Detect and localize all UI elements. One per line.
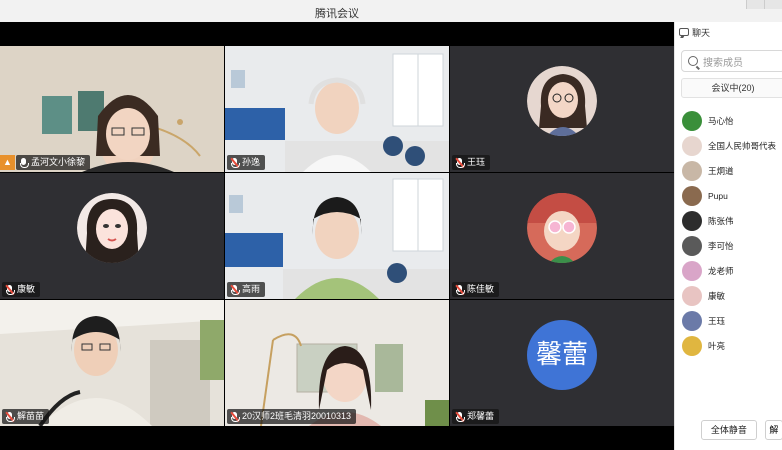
search-icon	[688, 56, 698, 66]
participant-name: 康敏	[17, 284, 36, 294]
participant-name-tag: 陈佳敏	[452, 282, 500, 297]
chat-label: 聊天	[692, 27, 711, 38]
host-badge: ▲	[0, 155, 15, 170]
participant-avatar	[527, 193, 597, 263]
member-name: 马心怡	[708, 115, 734, 126]
participant-name: 20汉师2班毛清羽20010313	[242, 411, 352, 421]
member-search-input[interactable]: 搜索成员	[681, 50, 782, 72]
member-item[interactable]: 康敏	[675, 283, 782, 308]
participant-avatar	[77, 193, 147, 263]
chat-header[interactable]: 聊天	[675, 22, 782, 42]
video-tile[interactable]: ▲ 孟河文小徐黎	[0, 46, 224, 172]
chat-icon	[679, 28, 689, 36]
video-tile[interactable]: 康敏	[0, 173, 224, 299]
title-bar: 腾讯会议	[0, 0, 782, 22]
window-title: 腾讯会议	[315, 8, 359, 20]
member-list: 马心怡 全国人民帅哥代表 王炯道 Pupu 陈张伟 李可怡 龙老师 康敏 王珏 …	[675, 108, 782, 358]
member-item[interactable]: 陈张伟	[675, 208, 782, 233]
member-name: 王炯道	[708, 165, 734, 176]
microphone-muted-icon	[5, 411, 15, 422]
member-name: 王珏	[708, 315, 726, 326]
member-name: 李可怡	[708, 240, 734, 251]
participant-name: 孙逸	[242, 157, 261, 167]
participant-avatar	[527, 66, 597, 136]
window-controls	[746, 0, 782, 10]
minimize-button[interactable]	[746, 0, 764, 9]
member-name: 龙老师	[708, 265, 734, 276]
member-avatar	[682, 135, 702, 156]
microphone-muted-icon	[230, 411, 240, 422]
member-avatar	[682, 260, 702, 281]
participant-name: 解苗苗	[17, 411, 45, 421]
member-name: 叶亮	[708, 340, 726, 351]
participant-name: 孟河文小徐黎	[31, 157, 86, 167]
member-item[interactable]: 叶亮	[675, 333, 782, 358]
microphone-icon	[19, 157, 29, 168]
microphone-muted-icon	[455, 284, 465, 295]
video-area: ▲ 孟河文小徐黎 孙逸 王珏 康敏 高雨 陈佳敏 解苗苗 20汉师2班毛清羽20…	[0, 22, 674, 450]
member-item[interactable]: 王炯道	[675, 158, 782, 183]
participant-name-tag: 康敏	[2, 282, 41, 297]
video-tile[interactable]: 解苗苗	[0, 300, 224, 426]
member-item[interactable]: 龙老师	[675, 258, 782, 283]
participant-name-tag: 20汉师2班毛清羽20010313	[227, 409, 357, 424]
camera-feed	[0, 46, 224, 172]
participant-name: 高雨	[242, 284, 261, 294]
participant-name-tag: 王珏	[452, 155, 491, 170]
participant-name-tag: 高雨	[227, 282, 266, 297]
participant-name-tag: 郑馨蕾	[452, 409, 500, 424]
video-tile[interactable]: 孙逸	[225, 46, 449, 172]
participant-name: 王珏	[467, 157, 486, 167]
camera-feed	[0, 300, 224, 426]
member-name: 康敏	[708, 290, 726, 301]
member-name: 陈张伟	[708, 215, 734, 226]
members-sidebar: 聊天 搜索成员 会议中(20) 马心怡 全国人民帅哥代表 王炯道 Pupu 陈张…	[674, 22, 782, 450]
participant-name: 郑馨蕾	[467, 411, 495, 421]
member-avatar	[682, 160, 702, 181]
camera-feed	[225, 173, 449, 299]
video-tile[interactable]: 馨蕾 郑馨蕾	[450, 300, 674, 426]
member-item[interactable]: 李可怡	[675, 233, 782, 258]
member-item[interactable]: 王珏	[675, 308, 782, 333]
video-tile[interactable]: 20汉师2班毛清羽20010313	[225, 300, 449, 426]
member-item[interactable]: 全国人民帅哥代表	[675, 133, 782, 158]
mute-all-button[interactable]: 全体静音	[701, 420, 757, 440]
microphone-muted-icon	[455, 157, 465, 168]
search-placeholder: 搜索成员	[703, 57, 743, 69]
participant-name-tag: 孙逸	[227, 155, 266, 170]
member-avatar	[682, 285, 702, 306]
participant-name-tag: 解苗苗	[2, 409, 50, 424]
unmute-all-button[interactable]: 解	[764, 420, 782, 440]
video-tile[interactable]: 陈佳敏	[450, 173, 674, 299]
camera-feed	[225, 300, 449, 426]
camera-feed	[225, 46, 449, 172]
microphone-muted-icon	[230, 157, 240, 168]
video-grid: ▲ 孟河文小徐黎 孙逸 王珏 康敏 高雨 陈佳敏 解苗苗 20汉师2班毛清羽20…	[0, 46, 674, 444]
microphone-muted-icon	[230, 284, 240, 295]
participant-name-tag: 孟河文小徐黎	[16, 155, 91, 170]
sidebar-footer: 全体静音 解	[675, 420, 782, 444]
member-item[interactable]: 马心怡	[675, 108, 782, 133]
member-avatar	[682, 235, 702, 256]
member-avatar	[682, 335, 702, 356]
tab-in-meeting[interactable]: 会议中(20)	[681, 78, 782, 98]
member-avatar	[682, 110, 702, 131]
video-tile[interactable]: 高雨	[225, 173, 449, 299]
member-avatar	[682, 310, 702, 331]
microphone-muted-icon	[5, 284, 15, 295]
member-avatar	[682, 210, 702, 231]
participant-name: 陈佳敏	[467, 284, 495, 294]
member-name: 全国人民帅哥代表	[708, 140, 777, 151]
member-avatar	[682, 185, 702, 206]
member-item[interactable]: Pupu	[675, 183, 782, 208]
video-tile[interactable]: 王珏	[450, 46, 674, 172]
maximize-button[interactable]	[764, 0, 782, 9]
microphone-muted-icon	[455, 411, 465, 422]
participant-text-avatar: 馨蕾	[527, 320, 597, 390]
member-name: Pupu	[708, 190, 728, 201]
